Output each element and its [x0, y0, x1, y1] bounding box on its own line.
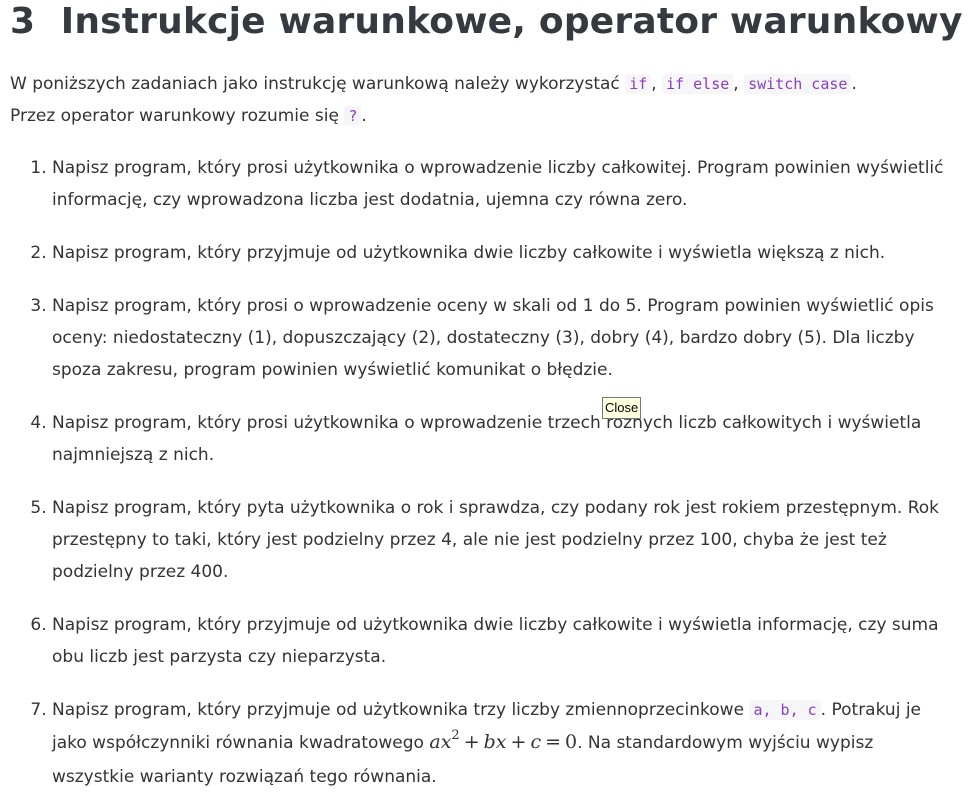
intro-line-1: W poniższych zadaniach jako instrukcję w…: [10, 74, 857, 94]
task-text: Napisz program, który prosi użytkownika …: [52, 158, 944, 210]
task-item-2: Napisz program, który przyjmuje od użytk…: [52, 237, 947, 269]
task-text: Napisz program, który prosi o wprowadzen…: [52, 296, 934, 380]
eq-equals: =: [545, 731, 562, 753]
intro-paragraph: W poniższych zadaniach jako instrukcję w…: [10, 68, 960, 132]
code-if-else: if else: [662, 74, 734, 94]
eq-plus-2: +: [510, 731, 527, 753]
section-title: Instrukcje warunkowe, operator warunkowy: [60, 1, 963, 42]
task-item-7: Napisz program, który przyjmuje od użytk…: [52, 694, 947, 792]
close-tooltip[interactable]: Close: [602, 397, 642, 419]
intro-line-2-text: Przez operator warunkowy rozumie się: [10, 106, 339, 126]
eq-zero: 0: [565, 731, 578, 753]
code-ternary-operator: ?: [344, 106, 362, 126]
intro-line-1-text: W poniższych zadaniach jako instrukcję w…: [10, 74, 620, 94]
task-text: Napisz program, który prosi użytkownika …: [52, 413, 922, 465]
task-list: Napisz program, który prosi użytkownika …: [0, 152, 947, 792]
eq-bx: bx: [483, 731, 507, 753]
intro-line-2: Przez operator warunkowy rozumie się ?.: [10, 106, 367, 126]
eq-ax: ax: [429, 731, 452, 753]
eq-plus-1: +: [463, 731, 480, 753]
code-coefficients: a, b, c: [749, 700, 821, 720]
code-switch-case: switch case: [744, 74, 852, 94]
section-heading: 3 Instrukcje warunkowe, operator warunko…: [10, 0, 963, 48]
section-number: 3: [10, 1, 36, 42]
code-if: if: [625, 74, 652, 94]
task-text: Napisz program, który przyjmuje od użytk…: [52, 243, 886, 263]
eq-exponent: 2: [451, 728, 460, 743]
task-item-3: Napisz program, który prosi o wprowadzen…: [52, 290, 947, 386]
task-item-4: Napisz program, który prosi użytkownika …: [52, 407, 947, 471]
task-text: Napisz program, który pyta użytkownika o…: [52, 498, 940, 582]
task-item-1: Napisz program, który prosi użytkownika …: [52, 152, 947, 216]
task-text-before-code: Napisz program, który przyjmuje od użytk…: [52, 700, 745, 720]
task-item-6: Napisz program, który przyjmuje od użytk…: [52, 609, 947, 673]
document-page: 3 Instrukcje warunkowe, operator warunko…: [0, 0, 973, 792]
task-item-5: Napisz program, który pyta użytkownika o…: [52, 492, 947, 588]
quadratic-equation: ax2 + bx + c = 0: [429, 728, 578, 753]
eq-c: c: [530, 731, 542, 753]
task-text: Napisz program, który przyjmuje od użytk…: [52, 615, 939, 667]
